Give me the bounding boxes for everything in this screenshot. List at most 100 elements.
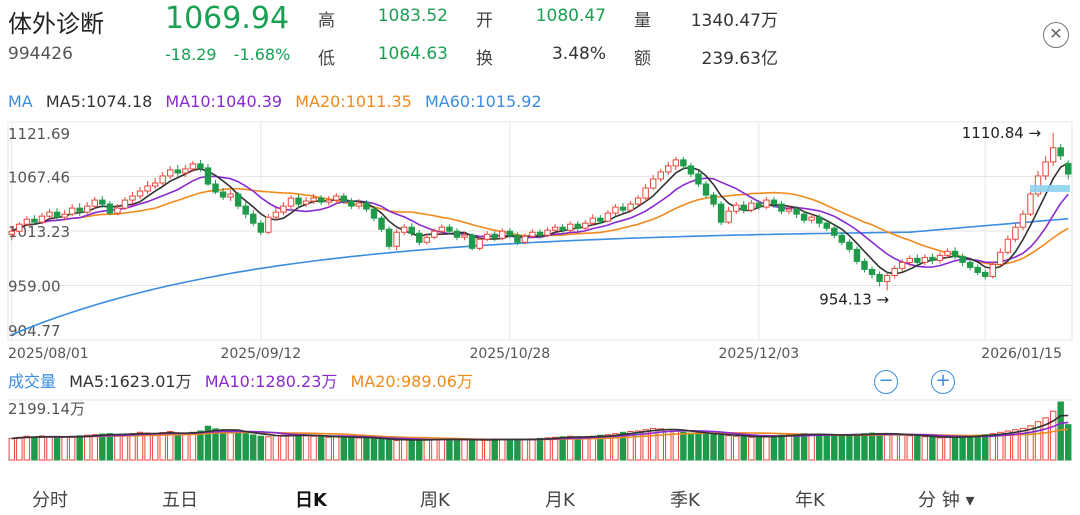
candle-body (823, 222, 830, 229)
tab-day-k[interactable]: 日K (295, 486, 327, 512)
candle (929, 253, 936, 265)
volume-bar (680, 431, 687, 461)
zoom-in-button[interactable]: + (931, 370, 955, 394)
candle-body (257, 222, 265, 233)
candle (287, 195, 295, 210)
candle-body (506, 230, 514, 236)
candle-body (280, 205, 287, 213)
candle-body (151, 182, 159, 187)
candle-body (1004, 238, 1012, 253)
volume-bar (815, 434, 823, 461)
candle-body (597, 217, 604, 222)
zoom-out-button[interactable]: − (874, 370, 898, 394)
tab-fenshi[interactable]: 分时 (32, 486, 68, 512)
candle (687, 162, 695, 177)
volume-bar (657, 428, 664, 461)
candle-body (1012, 226, 1019, 240)
candle (966, 259, 974, 271)
candle (604, 210, 612, 223)
candle (242, 202, 249, 219)
candle-body (16, 223, 23, 232)
candle (921, 254, 929, 266)
volume-bar (687, 432, 695, 461)
volume-bar (951, 436, 959, 461)
candle-body (1027, 193, 1034, 215)
candle-body (1057, 147, 1064, 157)
volume-bar (280, 434, 287, 461)
candle-body (476, 238, 483, 249)
candle (257, 220, 265, 236)
candle-body (861, 260, 868, 270)
volume-bar (906, 435, 913, 461)
volume-bar (129, 433, 136, 461)
volume-bar (529, 438, 536, 461)
volume-bar (438, 438, 446, 461)
volume-bar (68, 435, 76, 461)
volume-bar (702, 433, 710, 461)
candle-body (393, 231, 400, 247)
tab-minute[interactable]: 分 钟 ▾ (918, 486, 974, 512)
candle-body (936, 254, 944, 261)
candle-body (1019, 213, 1027, 228)
candle (280, 202, 287, 216)
volume-bar (944, 436, 951, 461)
candle (483, 231, 491, 242)
candle-body (665, 165, 672, 173)
candle-body (287, 197, 295, 207)
candle-body (340, 195, 348, 202)
candle-body (544, 229, 551, 236)
volume-bar (989, 433, 996, 461)
volume-bar (793, 433, 800, 461)
candle (695, 170, 702, 188)
candle (159, 171, 166, 187)
volume-bar (725, 435, 732, 461)
candle-body (997, 251, 1004, 265)
candle-body (8, 230, 15, 235)
candle-body (121, 199, 129, 209)
candle-body (76, 207, 83, 213)
candle-body (929, 256, 936, 261)
candle (612, 204, 619, 217)
candle (763, 197, 770, 210)
candle-body (725, 210, 732, 223)
volume-bar (378, 438, 385, 461)
tab-year-k[interactable]: 年K (795, 486, 825, 512)
candle (989, 261, 996, 279)
volume-bar (227, 431, 234, 461)
tab-month-k[interactable]: 月K (545, 486, 575, 512)
candle-body (174, 169, 182, 174)
volume-bar (416, 439, 423, 461)
y-tick-label: 1067.46 (8, 169, 70, 187)
volume-bar (499, 438, 506, 461)
candle (68, 204, 76, 217)
volume-legend-label[interactable]: 成交量 (8, 372, 56, 391)
candle-body (265, 216, 272, 233)
candle-body (815, 216, 823, 224)
volume-bar (23, 435, 31, 461)
candle (891, 265, 898, 279)
volume-bar (121, 433, 129, 461)
candle-body (883, 274, 891, 282)
candle (468, 233, 476, 251)
candle-body (1065, 162, 1072, 175)
tab-wuri[interactable]: 五日 (162, 486, 198, 512)
tab-week-k[interactable]: 周K (420, 486, 450, 512)
candle-body (438, 226, 446, 232)
candle-body (514, 234, 521, 243)
candle (868, 266, 876, 279)
kline-chart[interactable]: 1121.691067.461013.23959.00904.772025/08… (0, 0, 1080, 486)
volume-bar (468, 439, 476, 461)
candle-body (619, 206, 627, 211)
volume-bar (589, 435, 597, 461)
candle-body (189, 163, 197, 170)
candle-body (400, 226, 408, 233)
candle (106, 201, 114, 216)
candle-body (687, 165, 695, 175)
candle-body (99, 199, 106, 205)
volume-bar (710, 434, 717, 461)
volume-bar (219, 430, 227, 461)
volume-bar (959, 435, 966, 461)
tab-quarter-k[interactable]: 季K (670, 486, 700, 512)
candle (974, 264, 981, 276)
candle-body (521, 235, 529, 243)
